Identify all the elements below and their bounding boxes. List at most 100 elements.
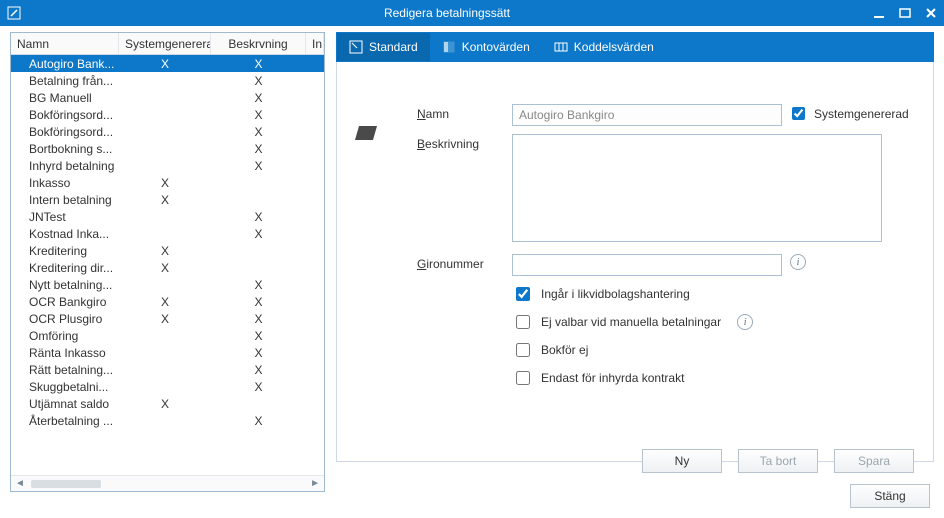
- table-row[interactable]: OCR PlusgiroXX: [11, 310, 324, 327]
- cell-namn: Inkasso: [11, 175, 119, 190]
- cell-besk: X: [211, 73, 306, 88]
- koddel-tab-icon: [554, 40, 568, 54]
- check-likvidbolag[interactable]: Ingår i likvidbolagshantering: [512, 284, 913, 304]
- table-row[interactable]: Bortbokning s... X: [11, 140, 324, 157]
- table-row[interactable]: Betalning från...X: [11, 72, 324, 89]
- name-input[interactable]: [512, 104, 782, 126]
- table-row[interactable]: BG ManuellX: [11, 89, 324, 106]
- gironummer-input[interactable]: [512, 254, 782, 276]
- table-row[interactable]: Inhyrd betalningX: [11, 157, 324, 174]
- scroll-left-icon[interactable]: ◄: [15, 478, 25, 489]
- tab-label: Kontovärden: [462, 40, 530, 54]
- table-row[interactable]: Skuggbetalni...X: [11, 378, 324, 395]
- check-bokfor-ej[interactable]: Bokför ej: [512, 340, 913, 360]
- cell-namn: Intern betalning: [11, 192, 119, 207]
- check-ej-valbar-input[interactable]: [516, 315, 530, 329]
- cell-namn: Inhyrd betalning: [11, 158, 119, 173]
- table-row[interactable]: InkassoX: [11, 174, 324, 191]
- systemgenererad-label: Systemgenererad: [814, 107, 909, 121]
- cell-besk: X: [211, 226, 306, 241]
- cell-namn: Kreditering: [11, 243, 119, 258]
- tab-kontovarden[interactable]: Kontovärden: [430, 33, 542, 61]
- column-header-namn[interactable]: Namn: [11, 33, 119, 54]
- ny-button[interactable]: Ny: [642, 449, 722, 473]
- window-title: Redigera betalningssätt: [22, 6, 872, 20]
- cell-besk: X: [211, 56, 306, 71]
- check-inhyrda[interactable]: Endast för inhyrda kontrakt: [512, 368, 913, 388]
- maximize-button[interactable]: [898, 6, 912, 20]
- cell-in: [306, 369, 324, 370]
- cell-namn: Omföring: [11, 328, 119, 343]
- table-row[interactable]: Omföring X: [11, 327, 324, 344]
- table-row[interactable]: Ränta InkassoX: [11, 344, 324, 361]
- cell-sys: [119, 114, 211, 115]
- check-bokfor-ej-input[interactable]: [516, 343, 530, 357]
- minimize-button[interactable]: [872, 6, 886, 20]
- table-row[interactable]: Nytt betalning...X: [11, 276, 324, 293]
- cell-sys: [119, 80, 211, 81]
- cell-namn: JNTest: [11, 209, 119, 224]
- cell-sys: [119, 148, 211, 149]
- table-row[interactable]: OCR BankgiroXX: [11, 293, 324, 310]
- horizontal-scrollbar[interactable]: ◄ ►: [11, 475, 324, 491]
- cell-in: [306, 182, 324, 183]
- table-row[interactable]: JNTestX: [11, 208, 324, 225]
- check-likvidbolag-input[interactable]: [516, 287, 530, 301]
- cell-besk: X: [211, 328, 306, 343]
- label-namn: Namn: [417, 104, 512, 121]
- column-header-beskrvning[interactable]: Beskrvning: [211, 33, 306, 54]
- check-ej-valbar-label: Ej valbar vid manuella betalningar: [541, 315, 721, 329]
- close-button[interactable]: [924, 6, 938, 20]
- cell-namn: Nytt betalning...: [11, 277, 119, 292]
- spara-button[interactable]: Spara: [834, 449, 914, 473]
- cell-besk: [211, 403, 306, 404]
- cell-sys: X: [119, 294, 211, 309]
- dialog-button-row: Stäng: [850, 484, 930, 508]
- cell-in: [306, 148, 324, 149]
- systemgenererad-checkbox[interactable]: Systemgenererad: [788, 104, 909, 123]
- cell-besk: X: [211, 413, 306, 428]
- table-row[interactable]: Kostnad Inka...X: [11, 225, 324, 242]
- table-row[interactable]: Autogiro Bank...XX: [11, 55, 324, 72]
- cell-besk: [211, 267, 306, 268]
- table-row[interactable]: Bokföringsord...X: [11, 123, 324, 140]
- cell-besk: X: [211, 141, 306, 156]
- table-row[interactable]: Bokföringsord...X: [11, 106, 324, 123]
- cell-in: [306, 284, 324, 285]
- cell-sys: [119, 97, 211, 98]
- payment-types-grid[interactable]: Namn Systemgenererad Beskrvning In Autog…: [10, 32, 325, 492]
- column-header-systemgenererad[interactable]: Systemgenererad: [119, 33, 211, 54]
- cell-in: [306, 114, 324, 115]
- scroll-right-icon[interactable]: ►: [310, 478, 320, 489]
- tabort-button[interactable]: Ta bort: [738, 449, 818, 473]
- label-beskrivning: Beskrivning: [417, 134, 512, 151]
- cell-in: [306, 318, 324, 319]
- cell-in: [306, 250, 324, 251]
- table-row[interactable]: Utjämnat saldoX: [11, 395, 324, 412]
- table-row[interactable]: KrediteringX: [11, 242, 324, 259]
- cell-in: [306, 352, 324, 353]
- cell-besk: X: [211, 311, 306, 326]
- beskrivning-textarea[interactable]: [512, 134, 882, 242]
- cell-namn: Bortbokning s...: [11, 141, 119, 156]
- stang-button[interactable]: Stäng: [850, 484, 930, 508]
- tab-label: Koddelsvärden: [574, 40, 654, 54]
- table-row[interactable]: Intern betalningX: [11, 191, 324, 208]
- table-row[interactable]: Rätt betalning...X: [11, 361, 324, 378]
- cell-sys: [119, 131, 211, 132]
- cell-in: [306, 386, 324, 387]
- table-row[interactable]: Återbetalning ...X: [11, 412, 324, 429]
- tab-standard[interactable]: Standard: [337, 33, 430, 61]
- scroll-thumb[interactable]: [31, 480, 101, 488]
- check-ej-valbar[interactable]: Ej valbar vid manuella betalningar i: [512, 312, 913, 332]
- column-header-in[interactable]: In: [306, 33, 324, 54]
- grid-header: Namn Systemgenererad Beskrvning In: [11, 33, 324, 55]
- info-icon[interactable]: i: [737, 314, 753, 330]
- cell-besk: X: [211, 379, 306, 394]
- tab-koddelsvarden[interactable]: Koddelsvärden: [542, 33, 666, 61]
- cell-besk: [211, 182, 306, 183]
- info-icon[interactable]: i: [790, 254, 806, 270]
- check-inhyrda-input[interactable]: [516, 371, 530, 385]
- systemgenererad-checkbox-input[interactable]: [792, 107, 805, 120]
- table-row[interactable]: Kreditering dir...X: [11, 259, 324, 276]
